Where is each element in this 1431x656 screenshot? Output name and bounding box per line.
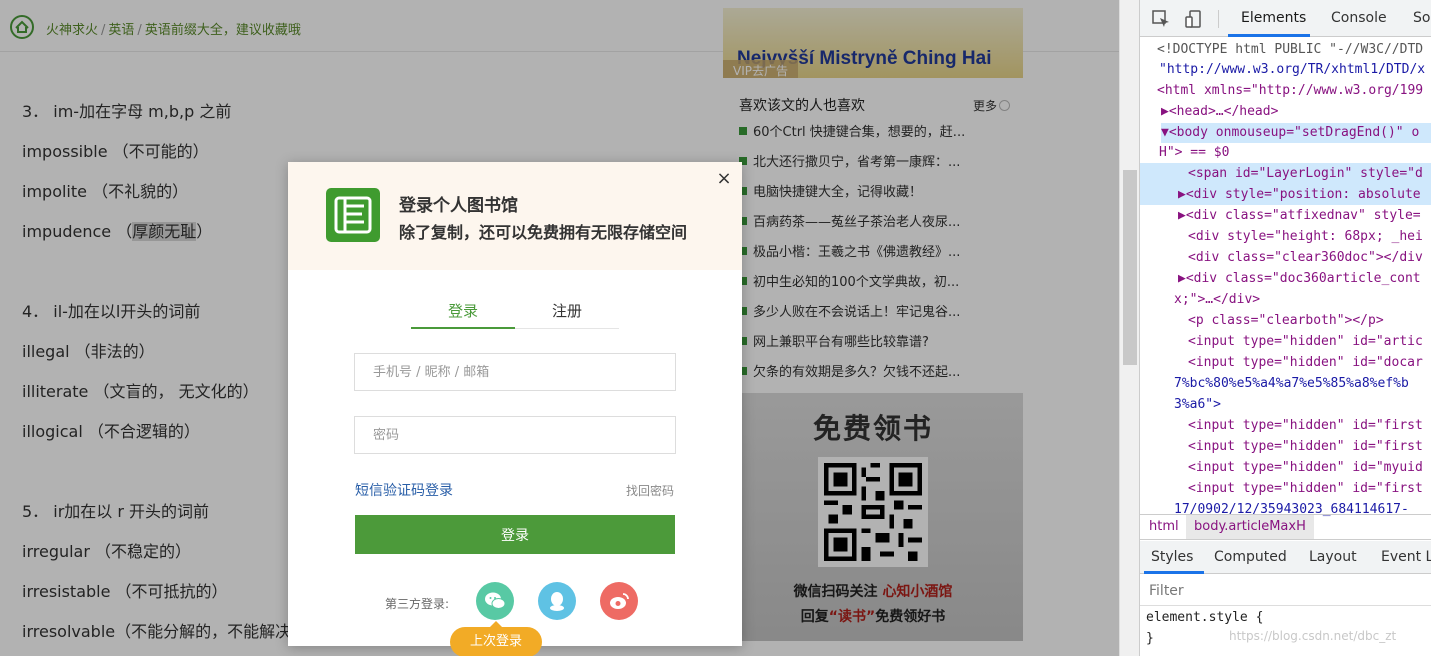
tab-console[interactable]: Console xyxy=(1331,10,1387,26)
forgot-password-link[interactable]: 找回密码 xyxy=(626,482,674,499)
active-subtab-indicator xyxy=(1144,571,1204,574)
dom-line[interactable]: <input type="hidden" id="first xyxy=(1188,437,1423,457)
library-logo-icon xyxy=(326,188,380,242)
dom-line[interactable]: <input type="hidden" id="docar xyxy=(1188,353,1423,373)
active-tab-indicator xyxy=(1228,34,1310,37)
tab-login[interactable]: 登录 xyxy=(411,300,515,329)
tab-styles[interactable]: Styles xyxy=(1151,549,1193,565)
devtools-tab-bar: Elements Console Sou xyxy=(1140,0,1431,37)
modal-header: 登录个人图书馆 除了复制，还可以免费拥有无限存储空间 xyxy=(288,162,742,270)
weibo-icon xyxy=(610,593,629,609)
styles-filter-input[interactable]: Filter xyxy=(1140,576,1431,606)
devtools-panel: Elements Console Sou <!DOCTYPE html PUBL… xyxy=(1139,0,1431,656)
dom-line[interactable]: <div style="height: 68px; _hei xyxy=(1188,227,1423,247)
close-icon[interactable]: × xyxy=(716,170,732,188)
dom-line[interactable]: <p class="clearboth"></p> xyxy=(1188,311,1384,331)
dom-line[interactable]: ▶<head>…</head> xyxy=(1161,102,1278,122)
dom-tree: <!DOCTYPE html PUBLIC "-//W3C//DTD "http… xyxy=(1140,40,1431,517)
dom-line[interactable]: ▶<div class="atfixednav" style= xyxy=(1178,206,1421,226)
dom-line[interactable]: x;">…</div> xyxy=(1174,290,1260,310)
qq-icon xyxy=(550,592,564,611)
weibo-login-button[interactable] xyxy=(600,582,638,620)
dom-line[interactable]: <input type="hidden" id="first xyxy=(1188,479,1423,499)
dom-line[interactable]: <input type="hidden" id="first xyxy=(1188,416,1423,436)
wechat-icon xyxy=(485,592,506,609)
login-button[interactable]: 登录 xyxy=(355,515,675,554)
tab-layout[interactable]: Layout xyxy=(1309,549,1357,565)
dom-line[interactable]: ▶<div style="position: absolute xyxy=(1178,185,1421,205)
dom-line[interactable]: <html xmlns="http://www.w3.org/199 xyxy=(1157,81,1423,101)
dom-line[interactable]: <!DOCTYPE html PUBLIC "-//W3C//DTD xyxy=(1157,40,1423,60)
tab-event-listeners[interactable]: Event Lis xyxy=(1381,549,1431,565)
dom-breadcrumb: html body.articleMaxH xyxy=(1140,514,1431,540)
dom-line[interactable]: 7%bc%80%e5%a4%a7%e5%85%a8%ef%b xyxy=(1174,374,1409,394)
last-login-badge: 上次登录 xyxy=(450,621,542,656)
login-tabs: 登录 注册 xyxy=(411,300,619,329)
tab-register[interactable]: 注册 xyxy=(515,300,619,329)
dom-line[interactable]: <span id="LayerLogin" style="d xyxy=(1188,164,1423,184)
modal-subtitle: 除了复制，还可以免费拥有无限存储空间 xyxy=(399,223,688,242)
third-party-label: 第三方登录: xyxy=(385,597,450,611)
login-modal: 登录个人图书馆 除了复制，还可以免费拥有无限存储空间 × 登录 注册 短信验证码… xyxy=(288,162,742,656)
dom-line[interactable]: <input type="hidden" id="myuid xyxy=(1188,458,1423,478)
dom-line[interactable]: <input type="hidden" id="artic xyxy=(1188,332,1423,352)
element-style-rule[interactable]: element.style { xyxy=(1146,610,1263,625)
dom-line[interactable]: "http://www.w3.org/TR/xhtml1/DTD/x xyxy=(1159,60,1425,80)
dom-line[interactable]: H"> == $0 xyxy=(1159,143,1229,163)
dom-line[interactable]: <div class="clear360doc"></div xyxy=(1188,248,1423,268)
wechat-login-button[interactable] xyxy=(476,582,514,620)
styles-tab-bar: Styles Computed Layout Event Lis xyxy=(1140,541,1431,574)
page-scrollbar[interactable] xyxy=(1119,0,1139,656)
inspect-element-icon[interactable] xyxy=(1151,9,1171,29)
dom-line[interactable]: ▼<body onmouseup="setDragEnd()" o xyxy=(1161,123,1431,143)
watermark: https://blog.csdn.net/dbc_zt xyxy=(1229,629,1397,643)
scrollbar-thumb[interactable] xyxy=(1123,170,1137,365)
crumb-html[interactable]: html xyxy=(1149,519,1179,534)
dom-line[interactable]: 3%a6"> xyxy=(1174,395,1221,415)
element-style-close: } xyxy=(1146,631,1154,646)
password-input[interactable] xyxy=(354,416,676,454)
tab-computed[interactable]: Computed xyxy=(1214,549,1287,565)
qq-login-button[interactable] xyxy=(538,582,576,620)
tab-sources[interactable]: Sou xyxy=(1413,10,1431,26)
device-toolbar-icon[interactable] xyxy=(1184,9,1204,29)
dom-line[interactable]: ▶<div class="doc360article_cont xyxy=(1178,269,1421,289)
web-page: 火神求火/英语/英语前缀大全，建议收藏哦 分享 转藏 全屏 3． im-加在字母… xyxy=(0,0,1119,656)
tab-elements[interactable]: Elements xyxy=(1241,10,1306,26)
modal-title: 登录个人图书馆 xyxy=(399,196,518,216)
toolbar-divider xyxy=(1218,10,1219,28)
sms-login-link[interactable]: 短信验证码登录 xyxy=(355,480,453,500)
crumb-body[interactable]: body.articleMaxH xyxy=(1186,515,1314,539)
account-input[interactable] xyxy=(354,353,676,391)
